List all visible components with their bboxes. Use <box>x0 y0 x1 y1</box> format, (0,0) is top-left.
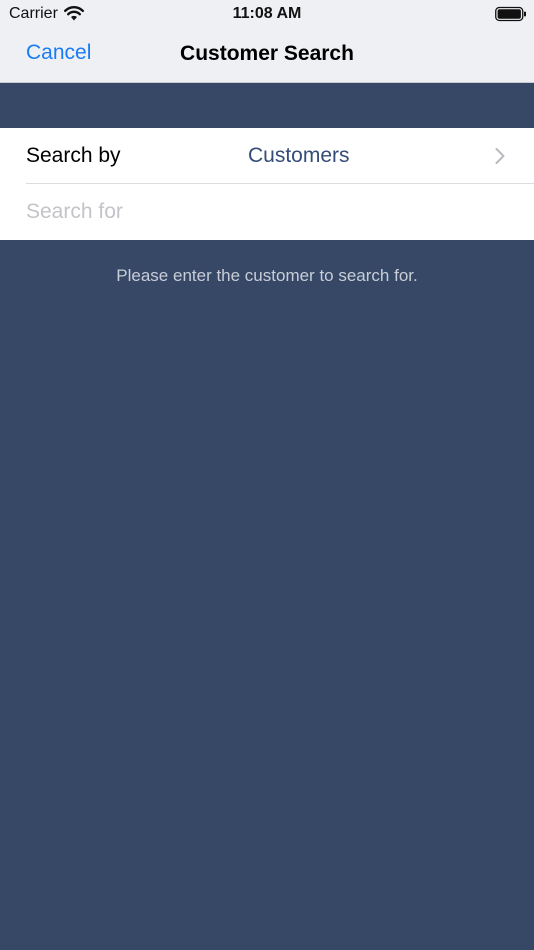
battery-icon <box>495 6 526 22</box>
search-by-row[interactable]: Search by Customers <box>0 128 534 184</box>
navigation-bar: Cancel Customer Search <box>0 28 534 83</box>
cancel-button[interactable]: Cancel <box>26 41 91 65</box>
status-bar: Carrier 11:08 AM <box>0 0 534 28</box>
search-by-label: Search by <box>26 144 121 167</box>
search-by-value: Customers <box>248 144 350 167</box>
chevron-right-icon <box>495 148 505 164</box>
hint-message: Please enter the customer to search for. <box>116 266 418 285</box>
clock: 11:08 AM <box>232 5 302 22</box>
search-for-row <box>0 184 534 240</box>
search-form: Search by Customers <box>0 128 534 240</box>
search-for-input[interactable] <box>26 184 516 240</box>
